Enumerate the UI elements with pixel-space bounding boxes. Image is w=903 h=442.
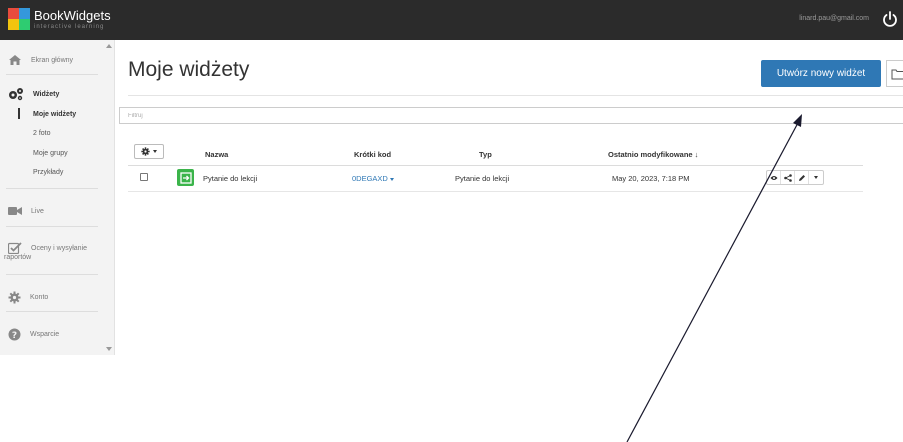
annotation-arrow [626, 114, 802, 442]
